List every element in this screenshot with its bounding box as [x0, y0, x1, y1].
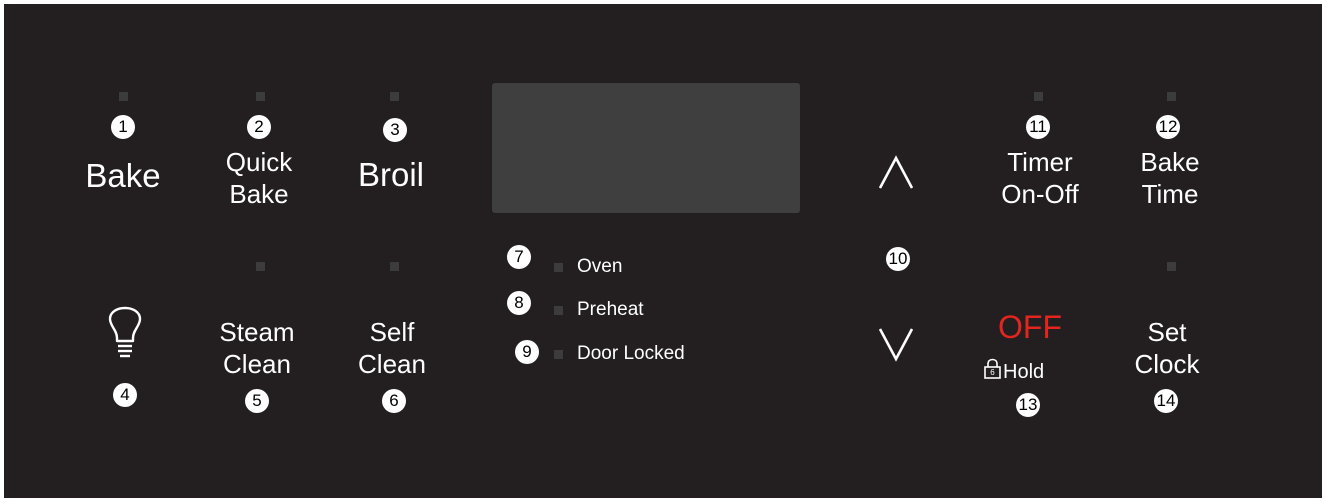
indicator-number-7: 7 [507, 245, 531, 269]
bake-label: Bake [85, 157, 161, 194]
lock-icon: 6 [984, 358, 1001, 379]
key-number-6: 6 [382, 389, 406, 413]
broil-label: Broil [357, 156, 425, 193]
bake-time-line2: Time [1141, 179, 1199, 209]
oven-indicator-led [554, 263, 563, 272]
timer-line1: Timer [1007, 147, 1073, 177]
key-number-2: 2 [247, 115, 271, 139]
chevron-down-icon [878, 328, 914, 362]
indicator-number-9: 9 [515, 340, 539, 364]
preheat-indicator-led [554, 306, 563, 315]
up-arrow-button[interactable] [878, 155, 914, 191]
lock-digit: 6 [990, 368, 995, 377]
set-clock-line2: Clock [1134, 349, 1200, 379]
set-clock-led [1167, 262, 1176, 271]
steam-clean-led [256, 262, 265, 271]
self-clean-line1: Self [369, 317, 415, 347]
hold-label: Hold [1003, 361, 1045, 383]
key-number-10: 10 [886, 247, 910, 271]
set-clock-line1: Set [1147, 317, 1187, 347]
steam-clean-label: Steam Clean [182, 316, 332, 380]
oven-control-panel [4, 4, 1322, 498]
self-clean-line2: Clean [358, 349, 426, 379]
set-clock-label: Set Clock [1092, 316, 1242, 380]
oven-indicator-label: Oven [577, 256, 623, 277]
quick-bake-led [256, 92, 265, 101]
broil-led [390, 92, 399, 101]
timer-label: Timer On-Off [965, 146, 1115, 210]
timer-led [1034, 92, 1043, 101]
self-clean-label: Self Clean [317, 316, 467, 380]
door-locked-indicator-led [554, 350, 563, 359]
key-number-1: 1 [111, 115, 135, 139]
key-number-12: 12 [1156, 115, 1180, 139]
key-number-4: 4 [113, 383, 137, 407]
preheat-indicator-label: Preheat [577, 299, 644, 320]
quick-bake-line2: Bake [229, 179, 289, 209]
bake-time-led [1167, 92, 1176, 101]
key-number-5: 5 [245, 389, 269, 413]
key-number-11: 11 [1026, 115, 1050, 139]
indicator-number-8: 8 [507, 291, 531, 315]
oven-display [492, 83, 800, 213]
key-number-3: 3 [383, 118, 407, 142]
off-label: OFF [998, 309, 1062, 345]
quick-bake-line1: Quick [225, 147, 293, 177]
bake-time-label: Bake Time [1095, 146, 1245, 210]
key-number-14: 14 [1154, 389, 1178, 413]
steam-clean-line2: Clean [223, 349, 291, 379]
timer-line2: On-Off [1001, 179, 1079, 209]
bake-time-line1: Bake [1140, 147, 1200, 177]
down-arrow-button[interactable] [878, 326, 914, 362]
chevron-up-icon [878, 155, 914, 189]
lightbulb-icon [108, 306, 142, 358]
door-locked-indicator-label: Door Locked [577, 343, 685, 364]
quick-bake-label: Quick Bake [184, 146, 334, 210]
steam-clean-line1: Steam [219, 317, 295, 347]
bake-led [119, 92, 128, 101]
self-clean-led [390, 262, 399, 271]
key-number-13: 13 [1016, 393, 1040, 417]
